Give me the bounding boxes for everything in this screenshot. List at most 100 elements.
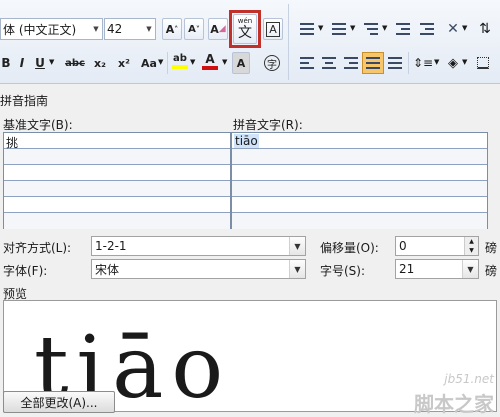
offset-spinner[interactable]: 0 ▲ ▼ — [395, 236, 479, 256]
chevron-down-icon[interactable]: ▼ — [462, 58, 467, 66]
ruby-text-row[interactable] — [232, 149, 487, 165]
chevron-down-icon[interactable]: ▼ — [434, 58, 439, 66]
borders-button[interactable] — [472, 52, 494, 74]
ruby-text-row[interactable]: tiāo — [232, 133, 487, 149]
base-text-row[interactable] — [4, 149, 230, 165]
chevron-down-icon[interactable]: ▼ — [462, 260, 478, 278]
chevron-down-icon[interactable]: ▼ — [289, 260, 305, 278]
alignment-select[interactable]: 1-2-1 ▼ — [91, 236, 306, 256]
ruby-text-row[interactable] — [232, 213, 487, 229]
base-text-row[interactable] — [4, 213, 230, 229]
bold-button[interactable]: B — [0, 52, 12, 74]
numbering-button[interactable] — [328, 18, 350, 40]
sort-button[interactable]: ⇅ — [474, 18, 496, 40]
align-center-icon — [322, 57, 336, 69]
chevron-down-icon[interactable]: ▼ — [350, 24, 355, 32]
increase-indent-button[interactable] — [416, 18, 438, 40]
group-separator — [288, 4, 289, 80]
spin-down-icon[interactable]: ▼ — [464, 246, 478, 255]
ruby-text-grid: tiāo — [231, 132, 488, 229]
shrink-font-button[interactable]: A ˅ — [184, 18, 204, 40]
chevron-down-icon[interactable]: ▼ — [158, 58, 163, 66]
line-spacing-button[interactable]: ⇕≡ — [412, 52, 434, 74]
distributed-button[interactable] — [384, 52, 406, 74]
ruby-text-label: 拼音文字(R): — [233, 118, 303, 132]
align-center-button[interactable] — [318, 52, 340, 74]
font-name-select[interactable]: 体 (中文正文) ▼ — [0, 18, 103, 40]
decrease-indent-icon — [396, 23, 410, 35]
base-text-row[interactable] — [4, 197, 230, 213]
caret-up-icon: ˄ — [174, 24, 179, 34]
chevron-down-icon[interactable]: ▼ — [49, 58, 54, 66]
ruby-text-row[interactable] — [232, 181, 487, 197]
font-name-value: 体 (中文正文) — [3, 22, 77, 37]
font-size-value: 42 — [107, 22, 123, 36]
chevron-down-icon[interactable]: ▼ — [190, 58, 195, 66]
grow-font-button[interactable]: A ˄ — [162, 18, 182, 40]
offset-label: 偏移量(O): — [320, 241, 379, 255]
clear-format-button[interactable]: A ◢ — [208, 18, 228, 40]
align-left-button[interactable] — [296, 52, 318, 74]
size-unit: 磅 — [485, 264, 498, 278]
separator — [167, 52, 168, 74]
font-label: 字体(F): — [3, 264, 48, 278]
apply-all-button[interactable]: 全部更改(A)... — [3, 391, 115, 413]
size-select[interactable]: 21 ▼ — [395, 259, 479, 279]
base-text-row[interactable] — [4, 165, 230, 181]
character-shading-button[interactable]: A — [232, 52, 250, 74]
ruby-text-row[interactable] — [232, 165, 487, 181]
chevron-down-icon[interactable]: ▼ — [289, 237, 305, 255]
strikethrough-button[interactable]: abc — [62, 52, 88, 74]
decrease-indent-button[interactable] — [392, 18, 414, 40]
chevron-down-icon[interactable]: ▼ — [143, 19, 155, 39]
sort-icon: ⇅ — [479, 21, 491, 37]
watermark-logo: 脚本之家 — [414, 392, 494, 416]
chevron-down-icon[interactable]: ▼ — [382, 24, 387, 32]
dialog-title: 拼音指南 — [0, 94, 49, 108]
alignment-value: 1-2-1 — [95, 239, 127, 253]
justify-icon — [366, 57, 380, 69]
spin-up-icon[interactable]: ▲ — [464, 237, 478, 246]
subscript-button[interactable]: x₂ — [90, 52, 110, 74]
shading-button[interactable]: ◈ — [442, 52, 464, 74]
font-value: 宋体 — [95, 262, 120, 277]
ruby-text-row[interactable] — [232, 197, 487, 213]
caret-down-icon: ˅ — [195, 24, 200, 34]
font-color-button[interactable]: A — [200, 50, 220, 72]
character-border-button[interactable]: A — [263, 18, 283, 40]
multilevel-list-icon — [364, 23, 378, 35]
chevron-down-icon[interactable]: ▼ — [90, 19, 102, 39]
watermark-url: jb51.net — [444, 372, 494, 386]
justify-button[interactable] — [362, 52, 384, 74]
chevron-down-icon[interactable]: ▼ — [462, 24, 467, 32]
base-text-label: 基准文字(B): — [3, 118, 73, 132]
base-text-grid: 挑 — [3, 132, 231, 229]
chevron-down-icon[interactable]: ▼ — [318, 24, 323, 32]
character-shading-icon: A — [236, 56, 246, 70]
align-left-icon — [300, 57, 314, 69]
chevron-down-icon[interactable]: ▼ — [222, 58, 227, 66]
base-text-row[interactable] — [4, 181, 230, 197]
superscript-button[interactable]: x² — [114, 52, 134, 74]
size-value: 21 — [399, 262, 415, 276]
text-highlight-button[interactable]: ab — [170, 50, 190, 72]
underline-button[interactable]: U — [32, 52, 48, 74]
font-select[interactable]: 宋体 ▼ — [91, 259, 306, 279]
font-size-select[interactable]: 42 ▼ — [104, 18, 156, 40]
font-color-bar — [202, 66, 218, 70]
italic-button[interactable]: I — [14, 52, 30, 74]
chinese-layout-button[interactable]: ✕ — [442, 18, 464, 40]
align-right-button[interactable] — [340, 52, 362, 74]
numbered-list-icon — [332, 23, 346, 35]
change-case-button[interactable]: Aa — [138, 52, 160, 74]
offset-unit: 磅 — [485, 241, 498, 255]
bullets-button[interactable] — [296, 18, 318, 40]
multilevel-list-button[interactable] — [360, 18, 382, 40]
size-label: 字号(S): — [320, 264, 366, 278]
separator — [408, 52, 409, 74]
highlight-color-bar — [172, 65, 188, 69]
bullet-list-icon — [300, 23, 314, 35]
spinner-arrows[interactable]: ▲ ▼ — [464, 237, 478, 255]
base-text-row[interactable]: 挑 — [4, 133, 230, 150]
enclose-characters-button[interactable]: 字 — [262, 52, 282, 74]
